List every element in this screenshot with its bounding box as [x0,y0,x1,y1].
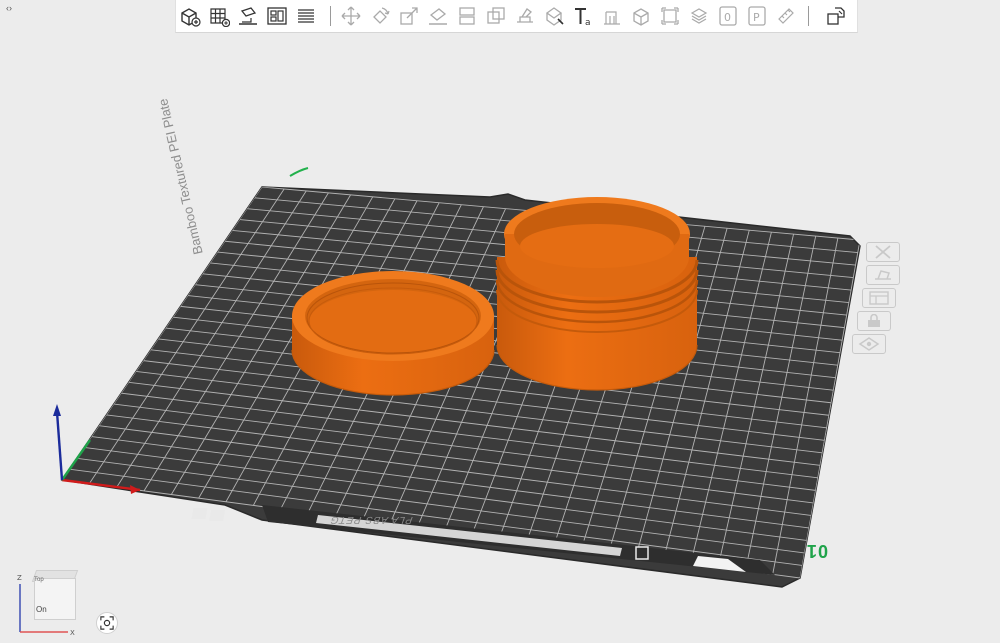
axis-x-label: X [70,629,75,637]
plate-origin-marker [289,167,309,177]
close-plate-button[interactable] [866,242,900,262]
jar-lid[interactable] [291,271,495,396]
slice-plate-icon [858,337,880,351]
plate-settings-button[interactable] [862,288,896,308]
jar-body[interactable] [495,197,699,391]
focus-icon [100,616,114,630]
plate-filament-label: PLA ABS PETG [327,514,415,525]
plate-number: 01 [806,541,829,561]
build-plate[interactable] [60,186,861,588]
3d-viewport[interactable] [0,0,1000,643]
lock-plate-icon [868,314,880,327]
view-cube-axes: Z X [17,574,75,637]
axis-z-label: Z [17,574,22,582]
slice-plate-button[interactable] [852,334,886,354]
recenter-view-button[interactable] [96,612,118,634]
plate-settings-icon [869,291,889,305]
auto-arrange-plate-button[interactable] [866,265,900,285]
auto-arrange-icon [875,270,891,280]
lock-plate-button[interactable] [857,311,891,331]
close-plate-icon [875,245,891,259]
